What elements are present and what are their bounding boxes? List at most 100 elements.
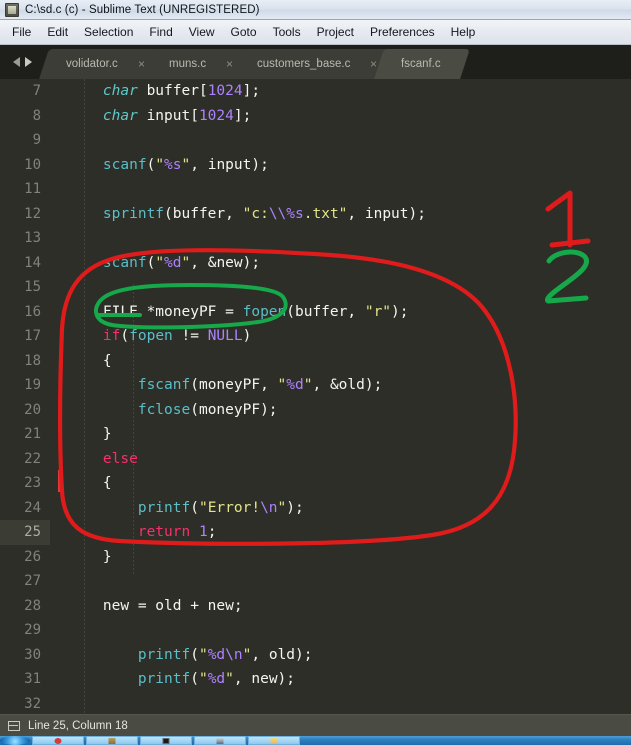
code-token: %d — [208, 647, 225, 663]
code-token: } — [68, 426, 112, 442]
line-number: 27 — [0, 569, 50, 594]
code-line[interactable]: new = old + new; — [64, 594, 631, 619]
code-token: { — [68, 353, 112, 369]
code-line[interactable]: if(fopen != NULL) — [64, 324, 631, 349]
code-token: fscanf — [138, 377, 190, 393]
code-line[interactable] — [64, 128, 631, 153]
line-number: 15 — [0, 275, 50, 300]
close-icon[interactable]: × — [118, 58, 145, 70]
menu-item-project[interactable]: Project — [309, 23, 362, 41]
cmd-taskbar-button[interactable] — [140, 736, 192, 745]
sublime-taskbar-button[interactable] — [86, 736, 138, 745]
code-token: ( — [190, 500, 199, 516]
code-token: fclose — [138, 402, 190, 418]
line-number: 9 — [0, 128, 50, 153]
menu-item-edit[interactable]: Edit — [39, 23, 76, 41]
menu-item-view[interactable]: View — [181, 23, 223, 41]
status-bar: Line 25, Column 18 — [0, 714, 631, 736]
code-line[interactable] — [64, 177, 631, 202]
code-token — [190, 524, 199, 540]
close-icon[interactable]: × — [206, 58, 233, 70]
line-number: 12 — [0, 202, 50, 227]
code-token — [68, 524, 138, 540]
code-line[interactable]: { — [64, 349, 631, 374]
code-token: != — [173, 328, 208, 344]
code-line[interactable] — [64, 692, 631, 715]
code-line[interactable]: return 1; — [64, 520, 631, 545]
code-token: scanf — [103, 157, 147, 173]
code-token: 1024 — [208, 83, 243, 99]
panel-icon[interactable] — [8, 721, 20, 731]
menu-item-goto[interactable]: Goto — [223, 23, 265, 41]
code-line[interactable]: sprintf(buffer, "c:\\%s.txt", input); — [64, 202, 631, 227]
code-line[interactable]: scanf("%s", input); — [64, 153, 631, 178]
menu-item-help[interactable]: Help — [443, 23, 484, 41]
tab-fscanf-c[interactable]: fscanf.c — [374, 49, 470, 79]
code-token: %d — [164, 255, 181, 271]
menu-item-find[interactable]: Find — [141, 23, 180, 41]
line-number: 21 — [0, 422, 50, 447]
fold-rail[interactable] — [50, 79, 64, 714]
sublime-text-icon — [5, 3, 19, 17]
code-line[interactable] — [64, 618, 631, 643]
code-token: ( — [190, 647, 199, 663]
code-token: NULL — [208, 328, 243, 344]
code-line[interactable]: FILE *moneyPF = fopen(buffer, "r"); — [64, 300, 631, 325]
menu-item-file[interactable]: File — [4, 23, 39, 41]
code-line[interactable]: printf("%d", new); — [64, 667, 631, 692]
code-token: " — [278, 377, 287, 393]
code-token: ( — [190, 671, 199, 687]
tab-nav-arrows[interactable] — [0, 45, 44, 79]
code-line[interactable]: } — [64, 545, 631, 570]
opera-taskbar-button[interactable] — [32, 736, 84, 745]
tab-label: volidator.c — [66, 58, 118, 70]
code-line[interactable]: } — [64, 422, 631, 447]
code-token: FILE *moneyPF = — [68, 304, 243, 320]
code-token: (moneyPF, — [190, 377, 277, 393]
code-line[interactable]: { — [64, 471, 631, 496]
tab-label: muns.c — [169, 58, 206, 70]
code-token: ]; — [243, 83, 260, 99]
tab-volidator-c[interactable]: volidator.c × — [39, 49, 160, 79]
code-line[interactable] — [64, 226, 631, 251]
tab-customers-base-c[interactable]: customers_base.c × — [230, 49, 392, 79]
code-token: .txt" — [304, 206, 348, 222]
menu-item-tools[interactable]: Tools — [265, 23, 309, 41]
menu-item-selection[interactable]: Selection — [76, 23, 141, 41]
code-line[interactable]: fclose(moneyPF); — [64, 398, 631, 423]
code-token: %d — [208, 671, 225, 687]
code-line[interactable]: else — [64, 447, 631, 472]
close-icon[interactable]: × — [350, 58, 377, 70]
line-number: 16 — [0, 300, 50, 325]
menu-item-preferences[interactable]: Preferences — [362, 23, 443, 41]
line-number: 32 — [0, 692, 50, 715]
code-token — [68, 206, 103, 222]
mountain-icon — [217, 738, 224, 744]
line-number: 30 — [0, 643, 50, 668]
line-number: 14 — [0, 251, 50, 276]
code-line[interactable]: printf("%d\n", old); — [64, 643, 631, 668]
code-token — [68, 157, 103, 173]
peak-taskbar-button[interactable] — [194, 736, 246, 745]
code-token: , &old); — [312, 377, 382, 393]
start-orb-icon[interactable] — [0, 736, 30, 745]
code-token: scanf — [103, 255, 147, 271]
code-line[interactable]: fscanf(moneyPF, "%d", &old); — [64, 373, 631, 398]
code-editor[interactable]: 7891011121314151617181920212223242526272… — [0, 79, 631, 714]
code-line[interactable]: char buffer[1024]; — [64, 79, 631, 104]
tab-next-arrow-icon[interactable] — [25, 57, 32, 67]
code-line[interactable] — [64, 275, 631, 300]
explorer-taskbar-button[interactable] — [248, 736, 300, 745]
code-line[interactable]: char input[1024]; — [64, 104, 631, 129]
code-token: fopen — [243, 304, 287, 320]
tab-prev-arrow-icon[interactable] — [13, 57, 20, 67]
line-number: 13 — [0, 226, 50, 251]
code-line[interactable] — [64, 569, 631, 594]
code-line[interactable]: scanf("%d", &new); — [64, 251, 631, 276]
code-content[interactable]: char buffer[1024]; char input[1024]; sca… — [64, 79, 631, 714]
code-token: , &new); — [190, 255, 260, 271]
code-token: ( — [120, 328, 129, 344]
code-line[interactable]: printf("Error!\n"); — [64, 496, 631, 521]
tab-label: customers_base.c — [257, 58, 350, 70]
code-token — [68, 402, 138, 418]
